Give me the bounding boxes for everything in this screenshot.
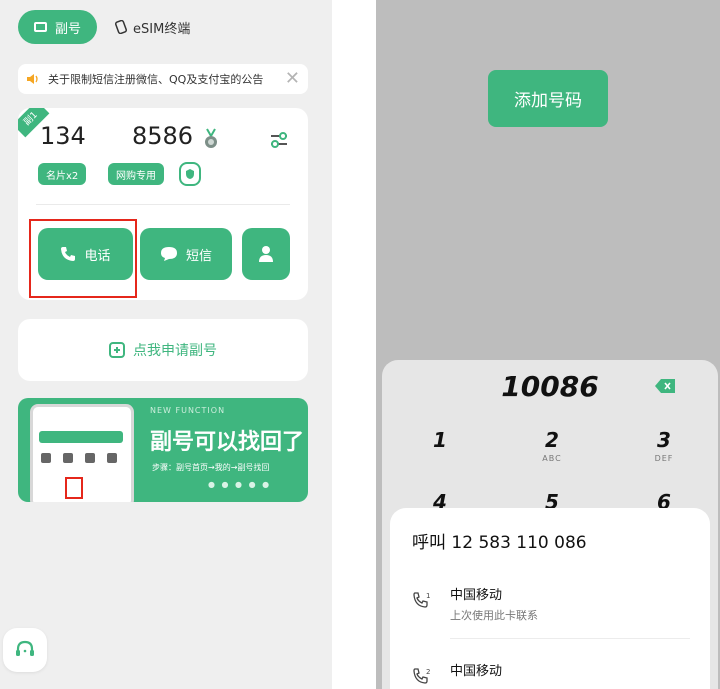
sub-number-card: 副1 134 8586 名片x2 网购专用 电话 短信 <box>18 108 308 300</box>
option-divider <box>450 638 690 639</box>
tag-business-cards[interactable]: 名片x2 <box>38 163 87 185</box>
chat-bubble-icon <box>160 247 177 261</box>
card-divider <box>36 204 290 205</box>
sim2-carrier: 中国移动 <box>450 664 503 679</box>
sim-option-2[interactable]: 2 中国移动 <box>410 660 700 689</box>
call-sheet-title: 呼叫 12 583 110 086 <box>412 533 587 553</box>
medal-icon <box>205 128 217 148</box>
dial-key-1[interactable]: 1 <box>410 428 470 454</box>
announcement-text: 关于限制短信注册微信、QQ及支付宝的公告 <box>48 73 264 86</box>
sim2-phone-icon: 2 <box>413 668 430 684</box>
sms-button[interactable]: 短信 <box>140 228 232 280</box>
dial-key-2[interactable]: 2 ABC <box>522 428 582 463</box>
call-sim-selector-sheet: 呼叫 12 583 110 086 1 中国移动 上次使用此卡联系 2 中国移动 <box>390 508 710 689</box>
add-number-button[interactable]: 添加号码 <box>488 70 608 127</box>
tab-esim-label: eSIM终端 <box>133 21 191 37</box>
apply-sub-number-label: 点我申请副号 <box>133 343 217 359</box>
settings-toggle-icon[interactable] <box>270 132 288 148</box>
headset-icon <box>16 640 34 656</box>
sub-number-panel: 副号 eSIM终端 关于限制短信注册微信、QQ及支付宝的公告 ✕ 副1 134 … <box>0 0 332 689</box>
banner-decoration: ● ● ● ● ● <box>208 480 272 489</box>
svg-text:1: 1 <box>426 592 430 600</box>
shield-icon <box>186 169 194 179</box>
tag-online-shopping[interactable]: 网购专用 <box>108 163 164 185</box>
banner-steps: 步骤：副号首页→我的→副号找回 <box>152 463 270 472</box>
sim-card-icon <box>34 22 47 32</box>
dial-key-3[interactable]: 3 DEF <box>634 428 694 463</box>
phone-number-prefix: 134 <box>40 122 86 150</box>
sms-button-label: 短信 <box>185 248 212 264</box>
phone-icon <box>61 247 76 261</box>
esim-device-icon <box>115 20 128 34</box>
tab-esim[interactable]: eSIM终端 <box>115 18 190 37</box>
customer-service-button[interactable] <box>3 628 47 672</box>
banner-title: 副号可以找回了 <box>150 430 305 455</box>
speaker-icon <box>27 74 38 84</box>
dialer-panel: 添加号码 10086 1 2 ABC 3 DEF 4 5 6 呼叫 12 583 <box>376 0 720 689</box>
contacts-button[interactable] <box>242 228 290 280</box>
svg-text:2: 2 <box>426 668 430 676</box>
phone-screenshot-illustration <box>30 404 134 502</box>
person-icon <box>259 246 273 262</box>
banner-tagline: NEW FUNCTION <box>150 406 226 415</box>
plus-square-icon <box>109 342 125 358</box>
sim1-note: 上次使用此卡联系 <box>450 609 538 622</box>
sim1-carrier: 中国移动 <box>450 588 503 603</box>
shield-chip[interactable] <box>179 162 201 186</box>
backspace-icon[interactable] <box>654 378 676 394</box>
top-tab-bar: 副号 eSIM终端 <box>18 10 190 44</box>
sim1-phone-icon: 1 <box>413 592 430 608</box>
apply-sub-number-button[interactable]: 点我申请副号 <box>18 319 308 381</box>
sim-option-1[interactable]: 1 中国移动 上次使用此卡联系 <box>410 584 700 644</box>
tab-sub-number-label: 副号 <box>55 21 82 37</box>
promo-banner[interactable]: NEW FUNCTION 副号可以找回了 步骤：副号首页→我的→副号找回 ● ●… <box>18 398 308 502</box>
announcement-bar[interactable]: 关于限制短信注册微信、QQ及支付宝的公告 ✕ <box>18 64 308 94</box>
phone-number-suffix: 8586 <box>132 122 194 150</box>
tab-sub-number[interactable]: 副号 <box>18 10 98 44</box>
close-icon[interactable]: ✕ <box>285 70 300 88</box>
call-button-label: 电话 <box>84 248 111 264</box>
call-button[interactable]: 电话 <box>38 228 133 280</box>
